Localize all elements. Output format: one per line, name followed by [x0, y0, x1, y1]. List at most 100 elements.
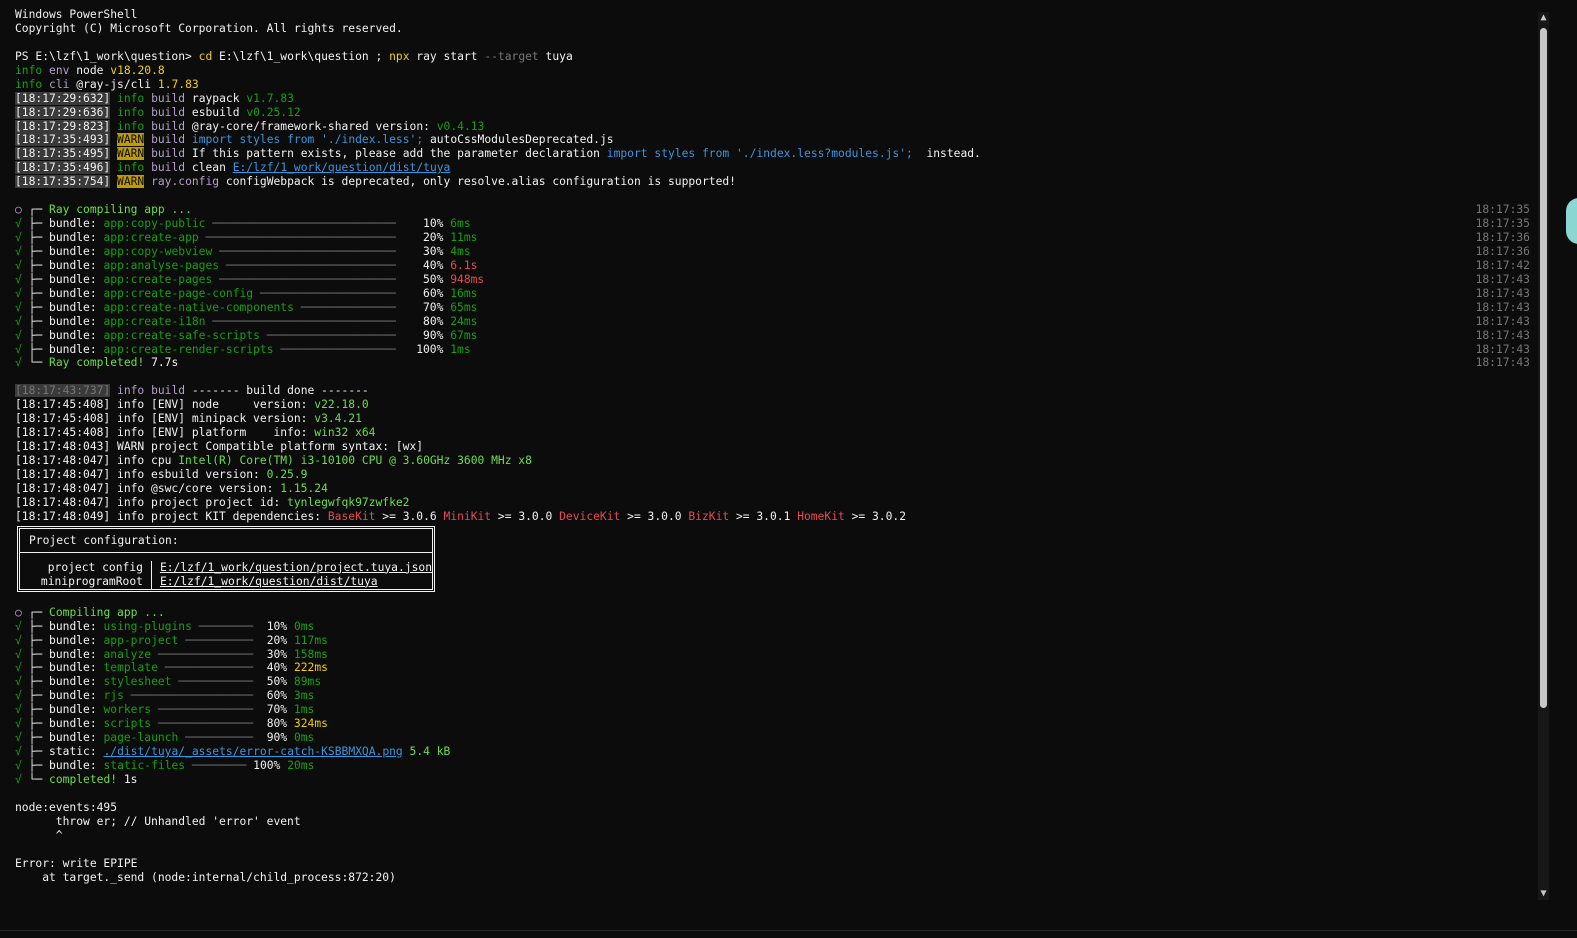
build-log-line: [18:17:29:636] info build esbuild v0.25.… [15, 105, 1530, 120]
log-timestamp: [18:17:48:047] [15, 454, 111, 467]
progress-line: ────────────── [151, 703, 267, 717]
ps-title: Windows PowerShell [15, 8, 138, 21]
task-percent: 10% [423, 217, 444, 231]
log-value: tynlegwfqk97zwfke2 [287, 495, 410, 509]
config-value-link[interactable]: E:/lzf/1_work/question/project.tuya.json [160, 561, 432, 575]
mini-compile-header: ○ ┌─ Compiling app ... [15, 605, 165, 619]
build-done-line: [18:17:43:737] info build ------- build … [15, 384, 369, 398]
ray-task-row: √ ├─ bundle: app:copy-public ───────────… [15, 217, 1530, 231]
info-log-line: [18:17:48:043] WARN project Compatible p… [15, 440, 1530, 454]
progress-line: ──────────────────────────── [198, 231, 403, 244]
progress-line: ────────────────── [123, 689, 267, 703]
check-icon: √ [15, 272, 22, 286]
static-asset-link[interactable]: ./dist/tuya/_assets/error-catch-KSBBMXQA… [103, 745, 402, 758]
task-name: workers [103, 703, 152, 717]
mini-task-row: √ ├─ bundle: analyze ────────────── 30% … [15, 648, 1530, 662]
bundle-label: bundle: [49, 689, 97, 703]
task-timestamp: 18:17:36 [1475, 244, 1530, 258]
check-icon: √ [15, 342, 22, 356]
tree-branch: ├─ [28, 619, 43, 633]
task-duration: 6ms [450, 217, 471, 231]
mini-task-row: √ ├─ bundle: workers ────────────── 70% … [15, 703, 1530, 717]
bundle-label: bundle: [49, 217, 97, 231]
dist-path-link[interactable]: E:/lzf/1_work/question/dist/tuya [233, 161, 451, 174]
kit-version: >= 3.0.0 [491, 509, 560, 523]
tree-branch: ├─ [28, 272, 43, 286]
log-version: v1.7.83 [246, 91, 294, 105]
task-percent: 50% [423, 272, 444, 286]
task-name: analyze [103, 647, 152, 661]
log-text: WARN project Compatible platform syntax:… [110, 440, 424, 454]
log-text: raypack [191, 91, 240, 105]
task-name: page-launch [103, 731, 179, 745]
progress-line: ──────── [191, 619, 267, 633]
terminal-output[interactable]: Windows PowerShell Copyright (C) Microso… [15, 8, 1530, 884]
log-text: info [ENV] node version: [110, 398, 315, 412]
task-duration: 222ms [293, 661, 328, 675]
ray-task-row: √ ├─ bundle: app:create-render-scripts ─… [15, 343, 1530, 357]
floating-edge-widget[interactable] [1566, 198, 1577, 244]
scrollbar-thumb[interactable] [1540, 28, 1547, 708]
log-timestamp: [18:17:29:636] [15, 105, 111, 119]
env-lines: info env node v18.20.8 info cli @ray-js/c… [15, 64, 1530, 92]
tree-branch: ├─ [28, 717, 43, 731]
task-duration: 89ms [293, 675, 322, 689]
task-name: app:create-safe-scripts [103, 328, 260, 342]
tree-branch: ├─ [28, 258, 43, 272]
mini-task-row: √ ├─ bundle: stylesheet ─────────── 50% … [15, 675, 1530, 689]
ray-task-row: √ ├─ bundle: app:analyse-pages ─────────… [15, 259, 1530, 273]
mini-task-row: √ ├─ bundle: rjs ────────────────── 60% … [15, 689, 1530, 703]
mini-task-list: √ ├─ bundle: using-plugins ──────── 10% … [15, 620, 1530, 745]
task-duration: 24ms [450, 314, 478, 328]
task-name: app:create-native-components [103, 300, 294, 314]
progress-line: ────────────────────────── [212, 244, 403, 258]
check-icon: √ [15, 231, 22, 244]
task-name: using-plugins [103, 619, 192, 633]
static-files-line: √ ├─ bundle: static-files ──────── 100% … [15, 759, 315, 772]
check-icon: √ [15, 675, 22, 689]
task-timestamp: 18:17:36 [1475, 231, 1530, 244]
kit-name: BaseKit [327, 509, 376, 523]
window-bottom-edge [0, 930, 1577, 931]
log-text: info [ENV] platform info: [110, 426, 315, 440]
scroll-down-arrow-icon[interactable]: ▼ [1538, 888, 1549, 900]
task-timestamp: 18:17:43 [1475, 314, 1530, 328]
scroll-up-arrow-icon[interactable]: ▲ [1538, 12, 1549, 24]
task-name: scripts [103, 717, 152, 731]
info-log-line: [18:17:48:047] info project project id: … [15, 496, 1530, 510]
project-config-values: E:/lzf/1_work/question/project.tuya.json… [152, 561, 432, 589]
log-timestamp: [18:17:45:408] [15, 412, 111, 426]
bundle-label: bundle: [49, 258, 97, 272]
bundle-label: bundle: [49, 731, 97, 745]
ray-task-row: √ ├─ bundle: app:create-page-config ────… [15, 287, 1530, 301]
task-name: app-project [103, 633, 179, 647]
build-lines: [18:17:29:632] info build raypack v1.7.8… [15, 91, 1530, 134]
config-value-link[interactable]: E:/lzf/1_work/question/dist/tuya [160, 575, 432, 589]
check-icon: √ [15, 328, 22, 342]
log-text: info [ENV] minipack version: [110, 412, 315, 426]
mini-task-row: √ ├─ bundle: scripts ────────────── 80% … [15, 717, 1530, 731]
bundle-label: bundle: [49, 703, 97, 717]
kit-version: >= 3.0.2 [844, 509, 907, 523]
vertical-scrollbar[interactable]: ▲ ▼ [1538, 12, 1549, 900]
env-key: env [49, 63, 70, 77]
progress-line: ────────────── [151, 717, 267, 731]
tree-branch: ├─ [28, 633, 43, 647]
task-percent: 70% [423, 300, 444, 314]
task-name: app:create-render-scripts [103, 342, 274, 356]
error-message: Error: write EPIPE [15, 856, 138, 870]
task-duration: 11ms [450, 231, 478, 244]
check-icon: √ [15, 703, 22, 717]
log-level: info [117, 105, 145, 119]
ray-task-row: √ ├─ bundle: app:create-native-component… [15, 301, 1530, 315]
tree-branch: ├─ [28, 647, 43, 661]
mini-task-row: √ ├─ bundle: template ───────────── 40% … [15, 661, 1530, 675]
tree-branch: ├─ [28, 314, 43, 328]
kit-name: MiniKit [443, 509, 492, 523]
static-asset-line: √ ├─ static: ./dist/tuya/_assets/error-c… [15, 745, 451, 759]
task-percent: 50% [266, 675, 288, 689]
log-text: info project project id: [110, 495, 288, 509]
tree-branch: ├─ [28, 675, 43, 689]
bundle-label: bundle: [49, 286, 97, 300]
ray-task-row: √ ├─ bundle: app:copy-webview ──────────… [15, 245, 1530, 259]
